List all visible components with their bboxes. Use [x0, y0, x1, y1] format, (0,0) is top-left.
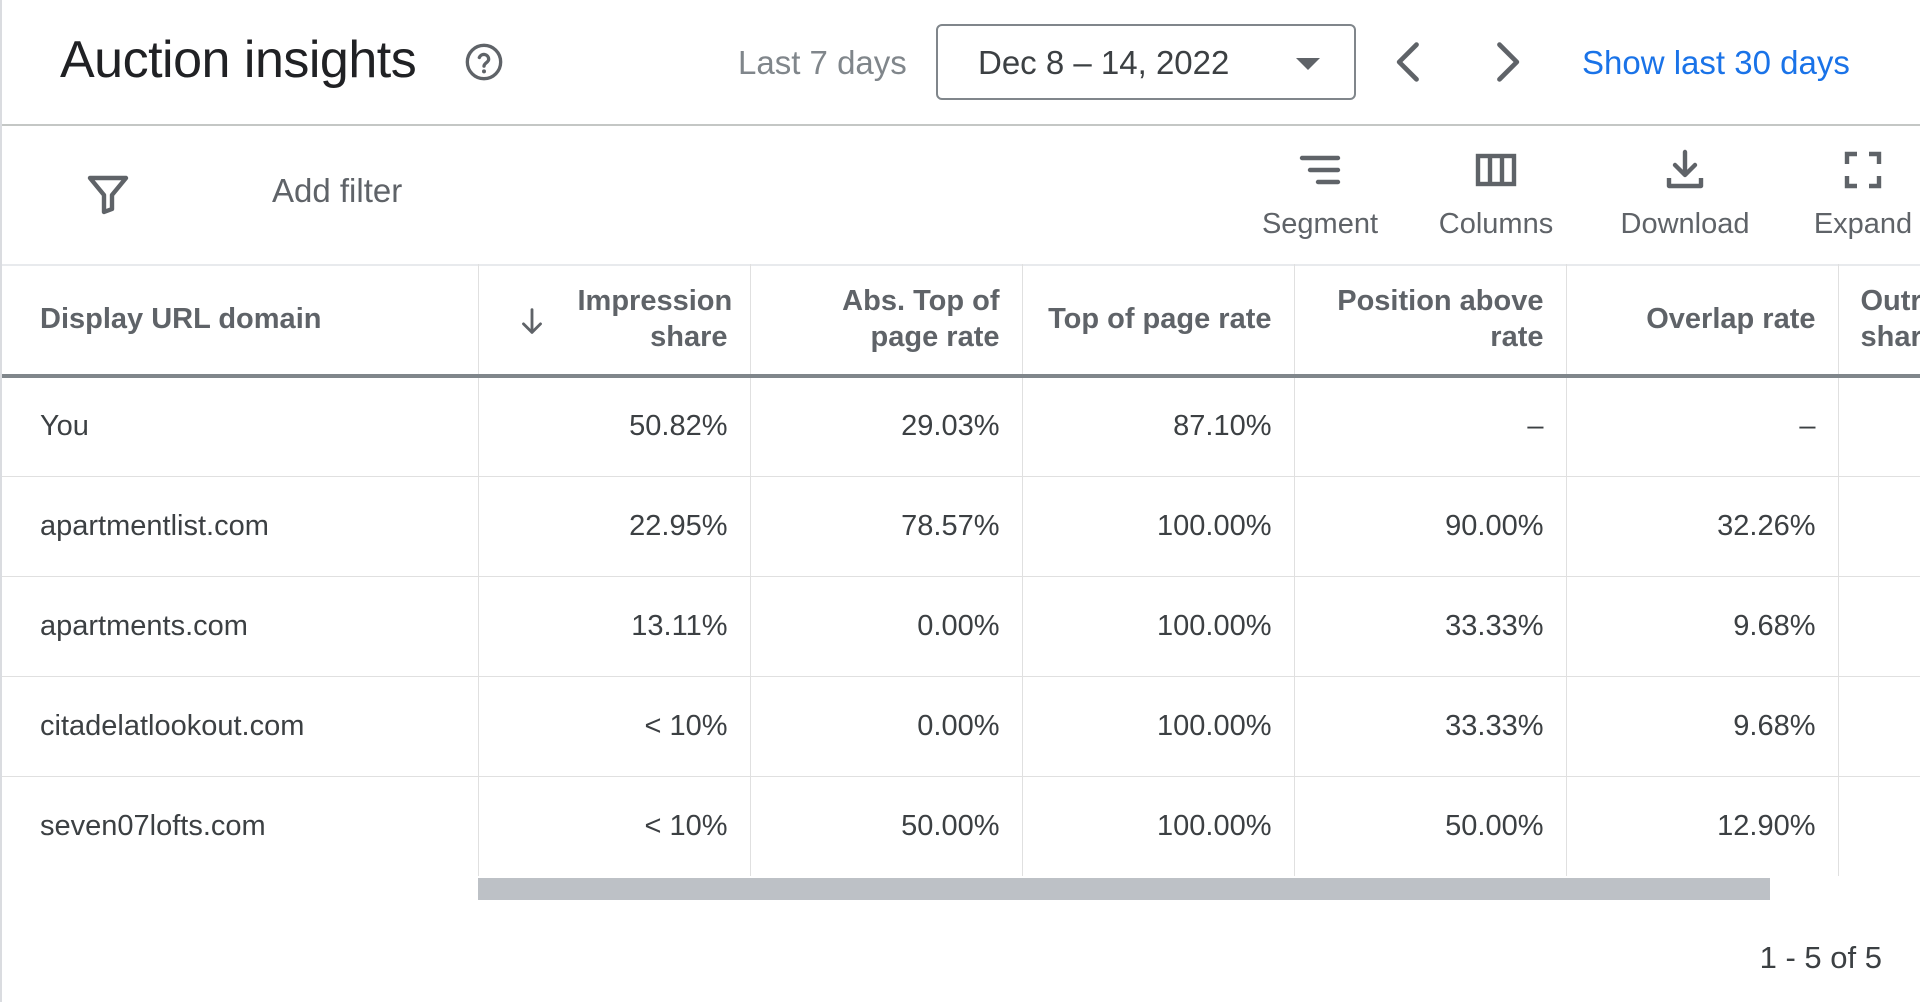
cell-domain: citadelatlookout.com — [0, 676, 479, 777]
segment-icon — [1299, 155, 1341, 185]
column-header-abs-top-of-page-rate[interactable]: Abs. Top of page rate — [750, 264, 1023, 378]
table-header-row: Display URL domain Impression share Abs.… — [0, 264, 1920, 378]
chevron-right-icon[interactable] — [1480, 36, 1532, 88]
pagination-summary: 1 - 5 of 5 — [1759, 940, 1882, 975]
column-header-position-above-rate[interactable]: Position above rate — [1294, 264, 1567, 378]
cell-domain: seven07lofts.com — [0, 776, 479, 876]
horizontal-scrollbar-thumb[interactable] — [478, 878, 1770, 900]
cell-overlap-rate: – — [1566, 376, 1839, 477]
cell-abs-top-rate: 78.57% — [750, 476, 1023, 577]
table-row: seven07lofts.com < 10% 50.00% 100.00% 50… — [0, 776, 1920, 876]
cell-position-above-rate: – — [1294, 376, 1567, 477]
range-label: Last 7 days — [738, 44, 907, 81]
filter-icon[interactable] — [84, 170, 132, 218]
date-range-dropdown[interactable]: Dec 8 – 14, 2022 — [936, 24, 1356, 100]
column-header-label: Overlap rate — [1646, 303, 1816, 335]
chevron-left-icon[interactable] — [1384, 36, 1436, 88]
column-header-label: Position above rate — [1337, 285, 1544, 353]
auction-insights-table: Display URL domain Impression share Abs.… — [0, 264, 1920, 876]
column-header-label: Impression share — [577, 285, 733, 353]
table-row: apartments.com 13.11% 0.00% 100.00% 33.3… — [0, 576, 1920, 677]
columns-label: Columns — [1438, 208, 1554, 240]
cell-overlap-rate: 9.68% — [1566, 676, 1839, 777]
table-row: apartmentlist.com 22.95% 78.57% 100.00% … — [0, 476, 1920, 577]
header-bar: Auction insights Last 7 days Dec 8 – 14,… — [0, 0, 1920, 126]
cell-impression-share: 22.95% — [478, 476, 751, 577]
cell-position-above-rate: 90.00% — [1294, 476, 1567, 577]
cell-top-rate: 100.00% — [1022, 576, 1295, 677]
cell-overlap-rate: 12.90% — [1566, 776, 1839, 876]
cell-position-above-rate: 33.33% — [1294, 576, 1567, 677]
page-title: Auction insights — [60, 31, 417, 89]
column-header-display-url-domain[interactable]: Display URL domain — [0, 264, 479, 378]
column-header-label: Outranking share — [1860, 285, 1920, 353]
help-circle-icon[interactable] — [464, 42, 504, 82]
left-border — [0, 0, 2, 1002]
download-icon — [1666, 149, 1704, 189]
cell-outranking-share — [1838, 376, 1920, 477]
cell-overlap-rate: 9.68% — [1566, 576, 1839, 677]
column-header-impression-share[interactable]: Impression share — [478, 264, 751, 378]
show-last-30-days-link[interactable]: Show last 30 days — [1582, 44, 1850, 82]
cell-top-rate: 100.00% — [1022, 676, 1295, 777]
expand-button[interactable]: Expand — [1806, 146, 1920, 250]
cell-domain: apartmentlist.com — [0, 476, 479, 577]
columns-button[interactable]: Columns — [1430, 146, 1562, 250]
column-header-top-of-page-rate[interactable]: Top of page rate — [1022, 264, 1295, 378]
cell-impression-share: < 10% — [478, 776, 751, 876]
cell-top-rate: 100.00% — [1022, 476, 1295, 577]
column-header-label: Display URL domain — [40, 303, 322, 335]
cell-position-above-rate: 50.00% — [1294, 776, 1567, 876]
cell-outranking-share — [1838, 476, 1920, 577]
download-label: Download — [1620, 208, 1750, 240]
column-header-label: Top of page rate — [1048, 303, 1272, 335]
table-toolbar: Add filter Segment Columns Download Expa… — [0, 126, 1920, 266]
table-row: You 50.82% 29.03% 87.10% – – — [0, 376, 1920, 477]
cell-top-rate: 87.10% — [1022, 376, 1295, 477]
cell-position-above-rate: 33.33% — [1294, 676, 1567, 777]
segment-label: Segment — [1261, 208, 1379, 240]
cell-abs-top-rate: 50.00% — [750, 776, 1023, 876]
table-row: citadelatlookout.com < 10% 0.00% 100.00%… — [0, 676, 1920, 777]
column-header-overlap-rate[interactable]: Overlap rate — [1566, 264, 1839, 378]
column-header-outranking-share[interactable]: Outranking share — [1838, 264, 1920, 378]
cell-impression-share: < 10% — [478, 676, 751, 777]
cell-top-rate: 100.00% — [1022, 776, 1295, 876]
cell-abs-top-rate: 0.00% — [750, 676, 1023, 777]
fullscreen-icon — [1844, 151, 1882, 189]
cell-impression-share: 13.11% — [478, 576, 751, 677]
arrow-down-icon — [521, 308, 542, 334]
add-filter-input[interactable]: Add filter — [272, 172, 402, 210]
cell-outranking-share — [1838, 776, 1920, 876]
cell-domain: apartments.com — [0, 576, 479, 677]
cell-abs-top-rate: 0.00% — [750, 576, 1023, 677]
download-button[interactable]: Download — [1612, 146, 1758, 250]
cell-domain: You — [0, 376, 479, 477]
segment-button[interactable]: Segment — [1252, 146, 1388, 250]
expand-label: Expand — [1813, 208, 1913, 240]
cell-impression-share: 50.82% — [478, 376, 751, 477]
columns-icon — [1475, 153, 1517, 187]
column-header-label: Abs. Top of page rate — [842, 285, 1000, 353]
date-range-value: Dec 8 – 14, 2022 — [978, 44, 1230, 81]
cell-abs-top-rate: 29.03% — [750, 376, 1023, 477]
auction-insights-page: Auction insights Last 7 days Dec 8 – 14,… — [0, 0, 1920, 1002]
auction-insights-table-viewport: Display URL domain Impression share Abs.… — [0, 264, 1920, 876]
cell-overlap-rate: 32.26% — [1566, 476, 1839, 577]
caret-down-icon — [1296, 58, 1320, 70]
cell-outranking-share — [1838, 676, 1920, 777]
cell-outranking-share — [1838, 576, 1920, 677]
